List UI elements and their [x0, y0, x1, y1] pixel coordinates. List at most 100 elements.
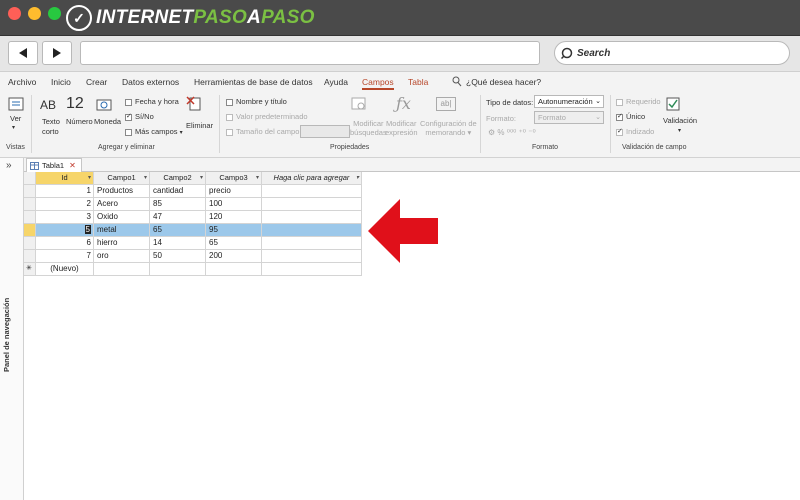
table-cell[interactable]	[262, 211, 362, 224]
tab-herramientas[interactable]: Herramientas de base de datos	[194, 77, 313, 87]
tab-campos[interactable]: Campos	[362, 77, 394, 90]
lookup-icon	[351, 97, 366, 110]
table-cell[interactable]: Oxido	[94, 211, 150, 224]
close-window-icon[interactable]	[8, 7, 21, 20]
table-cell[interactable]: 47	[150, 211, 206, 224]
valor-predeterminado-button[interactable]: Valor predeterminado	[226, 112, 308, 121]
tab-tabla[interactable]: Tabla	[408, 77, 428, 87]
tab-tabla1[interactable]: Tabla1 ✕	[26, 158, 82, 172]
row-selector[interactable]	[24, 211, 36, 224]
tipo-datos-select[interactable]: Autonumeración ⌄	[534, 95, 604, 108]
table-cell[interactable]: precio	[206, 185, 262, 198]
table-cell[interactable]	[206, 263, 262, 276]
requerido-checkbox[interactable]: Requerido	[616, 97, 661, 106]
tab-inicio[interactable]: Inicio	[51, 77, 71, 87]
table-cell[interactable]: 7	[36, 250, 94, 263]
tab-archivo[interactable]: Archivo	[8, 77, 36, 87]
row-selector-selected[interactable]	[24, 224, 36, 237]
table-cell[interactable]: 120	[206, 211, 262, 224]
eliminar-button[interactable]: Eliminar	[186, 96, 213, 130]
table-cell[interactable]: hierro	[94, 237, 150, 250]
nombre-titulo-label: Nombre y título	[236, 97, 287, 106]
table-cell[interactable]: Productos	[94, 185, 150, 198]
row-selector[interactable]	[24, 198, 36, 211]
table-cell[interactable]	[262, 263, 362, 276]
new-record-cell[interactable]: (Nuevo)	[36, 263, 94, 276]
moneda-button[interactable]: Moneda	[94, 98, 121, 126]
table-cell[interactable]: 65	[206, 237, 262, 250]
table-cell[interactable]: 14	[150, 237, 206, 250]
browser-search-box[interactable]: Search	[554, 41, 790, 65]
corto-label: corto	[42, 127, 59, 136]
address-bar[interactable]	[80, 41, 540, 65]
validacion-button[interactable]: Validación ▾	[663, 96, 697, 134]
table-cell[interactable]: 100	[206, 198, 262, 211]
si-no-button[interactable]: Sí/No	[125, 112, 154, 121]
column-header-campo1[interactable]: Campo1 ▾	[94, 172, 150, 185]
table-cell-selected[interactable]: 95	[206, 224, 262, 237]
mas-campos-button[interactable]: Más campos ▾	[125, 127, 183, 136]
table-cell[interactable]: Acero	[94, 198, 150, 211]
row-selector[interactable]	[24, 185, 36, 198]
si-no-label: Sí/No	[135, 112, 154, 121]
row-selector[interactable]	[24, 237, 36, 250]
new-record-marker[interactable]: ✳	[24, 263, 36, 276]
logo-badge-icon: ✓	[66, 5, 92, 31]
numero-button[interactable]: 12 Número	[66, 95, 93, 126]
search-icon	[561, 47, 573, 59]
forward-button[interactable]	[42, 41, 72, 65]
table-cell[interactable]: 3	[36, 211, 94, 224]
table-cell[interactable]	[94, 263, 150, 276]
modificar-expresion-button[interactable]: Modificar expresión	[385, 119, 418, 137]
checkbox-icon	[616, 127, 623, 136]
fecha-hora-button[interactable]: Fecha y hora	[125, 97, 179, 106]
ver-button[interactable]: Ver ▾	[8, 96, 26, 131]
texto-corto-button[interactable]: AB Texto corto	[40, 98, 60, 136]
table-cell[interactable]	[262, 250, 362, 263]
unico-checkbox[interactable]: Único	[616, 112, 645, 121]
table-cell[interactable]	[262, 198, 362, 211]
table-cell-selected[interactable]	[262, 224, 362, 237]
formato-select[interactable]: Formato ⌄	[534, 111, 604, 124]
table-cell[interactable]: 1	[36, 185, 94, 198]
group-formato-label: Formato	[532, 144, 559, 151]
ab-icon: AB	[40, 98, 57, 112]
tab-crear[interactable]: Crear	[86, 77, 107, 87]
field-size-input[interactable]	[300, 125, 350, 138]
tell-me-input[interactable]: ¿Qué desea hacer?	[466, 77, 541, 87]
expand-panel-icon[interactable]: »	[6, 160, 12, 171]
table-cell-selected[interactable]: 5	[36, 224, 94, 237]
logo-text: INTERNETPASOAPASO	[96, 7, 315, 28]
tab-ayuda[interactable]: Ayuda	[324, 77, 348, 87]
table-cell[interactable]	[150, 263, 206, 276]
chevron-down-icon: ▾	[12, 125, 16, 131]
column-header-campo3[interactable]: Campo3 ▾	[206, 172, 262, 185]
table-cell[interactable]: 50	[150, 250, 206, 263]
close-icon[interactable]: ✕	[69, 161, 76, 170]
configuracion-memorando-button[interactable]: Configuración de memorando ▾	[420, 119, 477, 137]
back-button[interactable]	[8, 41, 38, 65]
table-cell[interactable]	[262, 185, 362, 198]
tab-label: Tabla1	[42, 161, 65, 170]
table-cell[interactable]: cantidad	[150, 185, 206, 198]
tab-datos-externos[interactable]: Datos externos	[122, 77, 179, 87]
number-format-icons[interactable]: ⚙ % ⁰⁰⁰ ⁺⁰ ⁻⁰	[488, 128, 536, 137]
table-cell[interactable]: oro	[94, 250, 150, 263]
column-header-campo2[interactable]: Campo2 ▾	[150, 172, 206, 185]
table-cell-selected[interactable]: metal	[94, 224, 150, 237]
maximize-window-icon[interactable]	[48, 7, 61, 20]
nombre-titulo-button[interactable]: Nombre y título	[226, 97, 287, 106]
table-cell[interactable]: 85	[150, 198, 206, 211]
table-cell[interactable]: 6	[36, 237, 94, 250]
table-cell[interactable]: 200	[206, 250, 262, 263]
modificar-busquedas-button[interactable]	[350, 96, 368, 114]
select-all-corner[interactable]	[24, 172, 36, 185]
table-cell[interactable]	[262, 237, 362, 250]
table-cell[interactable]: 2	[36, 198, 94, 211]
row-selector[interactable]	[24, 250, 36, 263]
indizado-checkbox[interactable]: Indizado	[616, 127, 654, 136]
column-header-add-field[interactable]: Haga clic para agregar ▾	[262, 172, 362, 185]
column-header-id[interactable]: Id ▾	[36, 172, 94, 185]
minimize-window-icon[interactable]	[28, 7, 41, 20]
table-cell-selected[interactable]: 65	[150, 224, 206, 237]
